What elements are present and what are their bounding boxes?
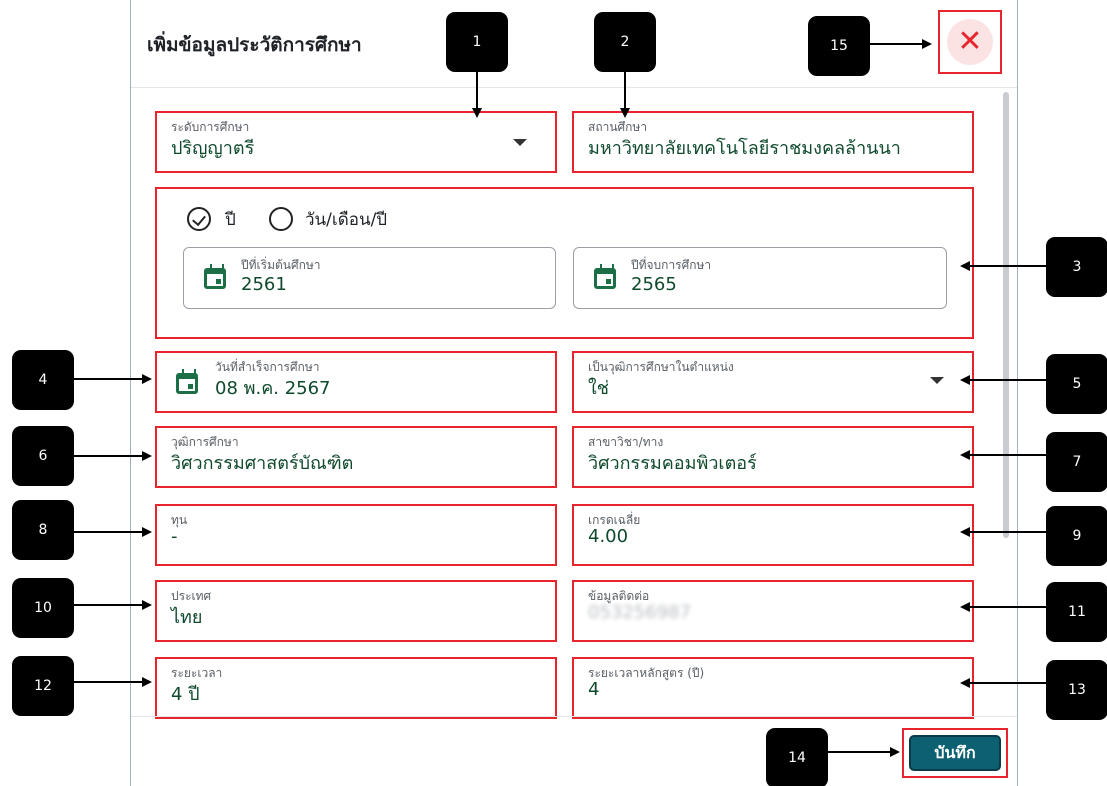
annotation-arrows	[74, 39, 1046, 757]
